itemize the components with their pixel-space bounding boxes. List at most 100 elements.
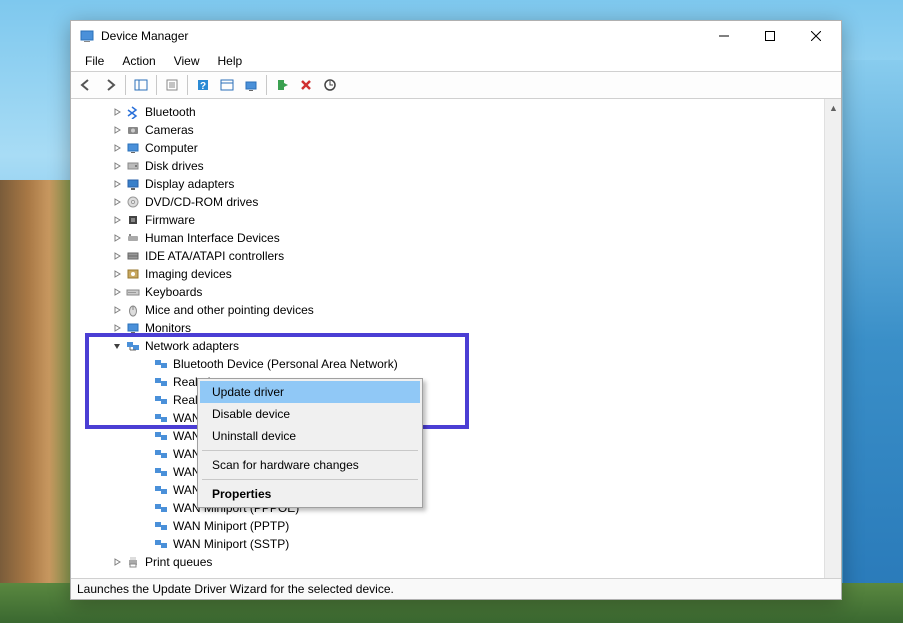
- tree-item-label: DVD/CD-ROM drives: [145, 195, 258, 209]
- toolbar: ?: [71, 71, 841, 99]
- expand-icon[interactable]: [111, 250, 123, 262]
- ctx-update-driver[interactable]: Update driver: [200, 381, 420, 403]
- expand-icon[interactable]: [111, 268, 123, 280]
- imaging-icon: [125, 266, 141, 282]
- expand-icon[interactable]: [111, 142, 123, 154]
- tree-item[interactable]: Disk drives: [71, 157, 841, 175]
- properties-button[interactable]: [161, 74, 183, 96]
- tree-item[interactable]: Firmware: [71, 211, 841, 229]
- expand-icon[interactable]: [111, 160, 123, 172]
- tree-item[interactable]: Print queues: [71, 553, 841, 571]
- expand-icon[interactable]: [111, 232, 123, 244]
- tree-item[interactable]: WAN M: [71, 427, 841, 445]
- netadapter-icon: [153, 374, 169, 390]
- netadapter-icon: [153, 500, 169, 516]
- menu-action[interactable]: Action: [114, 53, 163, 69]
- ctx-properties[interactable]: Properties: [200, 483, 420, 505]
- netadapter-icon: [153, 410, 169, 426]
- menubar: File Action View Help: [71, 51, 841, 71]
- expand-icon[interactable]: [111, 178, 123, 190]
- menu-help[interactable]: Help: [210, 53, 251, 69]
- expand-icon[interactable]: [111, 124, 123, 136]
- update-driver-button[interactable]: [240, 74, 262, 96]
- uninstall-button[interactable]: [295, 74, 317, 96]
- expand-icon[interactable]: [111, 556, 123, 568]
- device-tree[interactable]: Bluetooth CamerasComputer Disk drives Displ…: [71, 99, 841, 578]
- ctx-scan-hardware[interactable]: Scan for hardware changes: [200, 454, 420, 476]
- enable-device-button[interactable]: [271, 74, 293, 96]
- tree-item[interactable]: Realtek: [71, 373, 841, 391]
- netadapter-icon: [153, 518, 169, 534]
- menu-file[interactable]: File: [77, 53, 112, 69]
- tree-item-label: Disk drives: [145, 159, 204, 173]
- tree-item[interactable]: Display adapters: [71, 175, 841, 193]
- monitor-icon: [125, 320, 141, 336]
- netadapter-icon: [153, 482, 169, 498]
- scan-hardware-button[interactable]: [319, 74, 341, 96]
- tree-item[interactable]: Computer: [71, 139, 841, 157]
- tree-item-label: Bluetooth: [145, 105, 196, 119]
- expand-icon[interactable]: [111, 286, 123, 298]
- forward-button[interactable]: [99, 74, 121, 96]
- tree-item-label: Imaging devices: [145, 267, 232, 281]
- tree-item[interactable]: DVD/CD-ROM drives: [71, 193, 841, 211]
- tree-item[interactable]: WAN M: [71, 481, 841, 499]
- context-menu: Update driver Disable device Uninstall d…: [197, 378, 423, 508]
- tree-item[interactable]: WAN M: [71, 463, 841, 481]
- action-list-button[interactable]: [216, 74, 238, 96]
- tree-item[interactable]: WAN Miniport (PPPOE): [71, 499, 841, 517]
- tree-item[interactable]: WAN M: [71, 445, 841, 463]
- close-button[interactable]: [793, 21, 839, 51]
- tree-item[interactable]: WAN Miniport (SSTP): [71, 535, 841, 553]
- camera-icon: [125, 122, 141, 138]
- expand-icon[interactable]: [111, 304, 123, 316]
- expand-icon[interactable]: [111, 322, 123, 334]
- tree-item-label: Display adapters: [145, 177, 234, 191]
- ide-icon: [125, 248, 141, 264]
- titlebar[interactable]: Device Manager: [71, 21, 841, 51]
- tree-item[interactable]: Bluetooth: [71, 103, 841, 121]
- tree-item[interactable]: IDE ATA/ATAPI controllers: [71, 247, 841, 265]
- network-icon: [125, 338, 141, 354]
- tree-item[interactable]: Bluetooth Device (Personal Area Network): [71, 355, 841, 373]
- hid-icon: [125, 230, 141, 246]
- tree-item-label: Monitors: [145, 321, 191, 335]
- tree-item[interactable]: WAN M: [71, 409, 841, 427]
- wallpaper-cliff: [0, 180, 70, 623]
- keyboard-icon: [125, 284, 141, 300]
- minimize-button[interactable]: [701, 21, 747, 51]
- netadapter-icon: [153, 392, 169, 408]
- show-hide-tree-button[interactable]: [130, 74, 152, 96]
- vertical-scrollbar[interactable]: ▲: [824, 99, 841, 578]
- help-button[interactable]: ?: [192, 74, 214, 96]
- tree-item[interactable]: WAN Miniport (PPTP): [71, 517, 841, 535]
- tree-item[interactable]: Keyboards: [71, 283, 841, 301]
- mouse-icon: [125, 302, 141, 318]
- tree-item[interactable]: Mice and other pointing devices: [71, 301, 841, 319]
- tree-item[interactable]: Human Interface Devices: [71, 229, 841, 247]
- ctx-uninstall-device[interactable]: Uninstall device: [200, 425, 420, 447]
- expand-icon[interactable]: [111, 214, 123, 226]
- expand-icon[interactable]: [111, 196, 123, 208]
- tree-item[interactable]: Realtek: [71, 391, 841, 409]
- tree-item[interactable]: Imaging devices: [71, 265, 841, 283]
- printer-icon: [125, 554, 141, 570]
- netadapter-icon: [153, 356, 169, 372]
- tree-item[interactable]: Monitors: [71, 319, 841, 337]
- ctx-disable-device[interactable]: Disable device: [200, 403, 420, 425]
- maximize-button[interactable]: [747, 21, 793, 51]
- tree-item-label: Keyboards: [145, 285, 202, 299]
- window-title: Device Manager: [101, 29, 701, 43]
- scroll-up-arrow[interactable]: ▲: [825, 99, 841, 116]
- collapse-icon[interactable]: [111, 340, 123, 352]
- tree-item[interactable]: Network adapters: [71, 337, 841, 355]
- menu-view[interactable]: View: [166, 53, 208, 69]
- tree-item[interactable]: Cameras: [71, 121, 841, 139]
- back-button[interactable]: [75, 74, 97, 96]
- display-icon: [125, 176, 141, 192]
- tree-item-label: IDE ATA/ATAPI controllers: [145, 249, 284, 263]
- dvd-icon: [125, 194, 141, 210]
- tree-item-label: Human Interface Devices: [145, 231, 280, 245]
- expand-icon[interactable]: [111, 106, 123, 118]
- tree-item-label: WAN Miniport (PPTP): [173, 519, 289, 533]
